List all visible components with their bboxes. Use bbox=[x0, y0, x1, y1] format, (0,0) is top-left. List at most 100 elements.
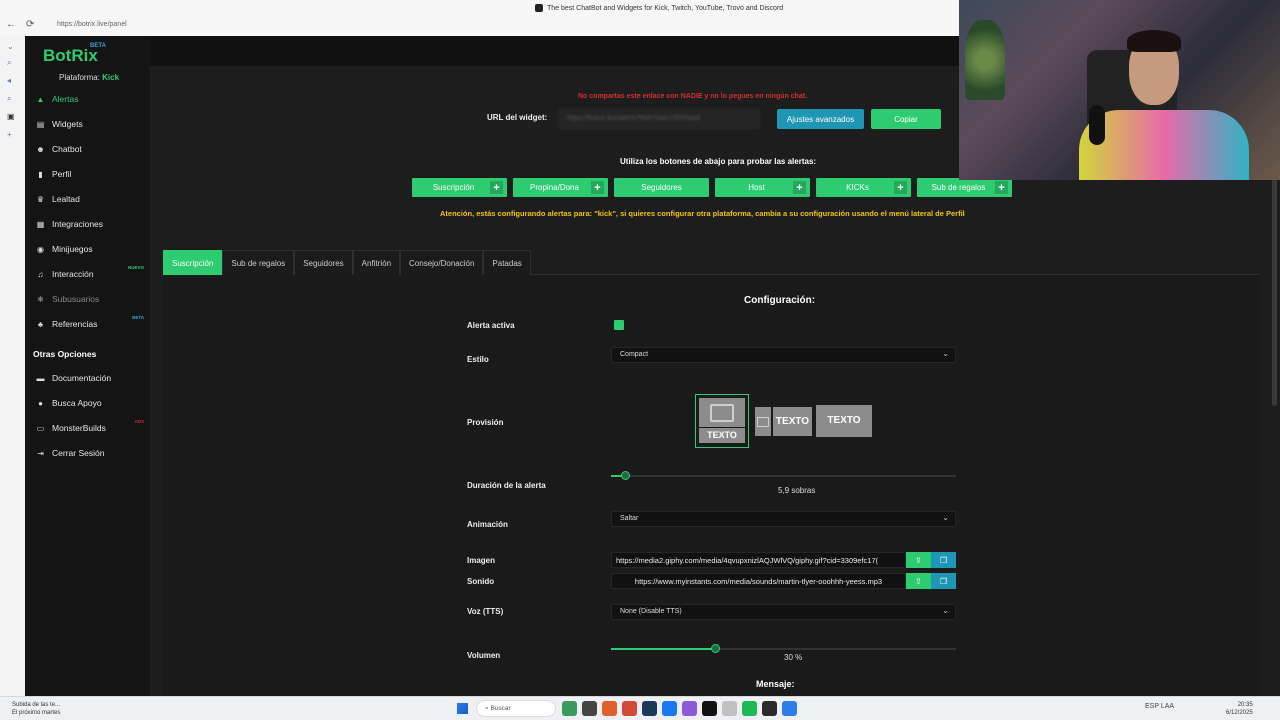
zoom-icon[interactable]: ⌕ bbox=[7, 94, 11, 104]
tts-select[interactable]: None (Disable TTS) ⌄ bbox=[611, 604, 956, 620]
tab-title[interactable]: The best ChatBot and Widgets for Kick, T… bbox=[535, 4, 783, 12]
clock-date: 6/12/2025 bbox=[1226, 710, 1253, 716]
weather-line2: El próximo martes bbox=[12, 710, 61, 716]
taskbar-app-icon[interactable] bbox=[742, 701, 757, 716]
button-label: Suscripción bbox=[432, 183, 475, 192]
animation-select[interactable]: Saltar ⌄ bbox=[611, 511, 956, 527]
help-icon: ● bbox=[38, 398, 43, 408]
person-hair-image bbox=[1127, 30, 1181, 52]
speaker-icon[interactable]: ◂ bbox=[7, 76, 11, 85]
plus-icon[interactable]: + bbox=[894, 181, 907, 194]
botrix-logo[interactable]: BotRix BETA bbox=[43, 43, 106, 66]
taskbar-app-icon[interactable] bbox=[622, 701, 637, 716]
config-panel bbox=[163, 275, 1260, 696]
chevron-down-icon[interactable]: ⌄ bbox=[7, 42, 14, 51]
layout-option-side[interactable]: TEXTO bbox=[755, 407, 812, 436]
microphone-image bbox=[1089, 105, 1105, 145]
weather-widget[interactable]: Subida de las te... El próximo martes bbox=[12, 701, 60, 717]
new-badge: NUEVO bbox=[127, 265, 144, 270]
volume-slider[interactable] bbox=[611, 644, 956, 653]
reload-icon[interactable]: ⟳ bbox=[26, 19, 34, 30]
tab-consejo-donacion[interactable]: Consejo/Donación bbox=[400, 250, 484, 275]
sidebar-item-widgets[interactable]: ▤ Widgets bbox=[36, 117, 150, 131]
style-select[interactable]: Compact ⌄ bbox=[611, 347, 956, 363]
taskbar-app-icon[interactable] bbox=[682, 701, 697, 716]
copy-button[interactable]: Copiar bbox=[871, 109, 941, 129]
upload-image-button[interactable]: ⇪ bbox=[906, 552, 931, 568]
music-icon: ♫ bbox=[37, 269, 44, 279]
copilot-icon[interactable]: ▣ bbox=[7, 112, 15, 121]
taskbar-app-icon[interactable] bbox=[722, 701, 737, 716]
sidebar-item-cerrar-sesion[interactable]: ⇥ Cerrar Sesión bbox=[36, 446, 150, 460]
sidebar-item-label: Subusuarios bbox=[52, 294, 100, 304]
sidebar-item-referencias[interactable]: ♣ Referencias BETA bbox=[36, 315, 150, 331]
taskbar-app-icon[interactable] bbox=[562, 701, 577, 716]
layout-option-overlay[interactable]: TEXTO bbox=[816, 405, 872, 437]
image-url-input[interactable]: https://media2.giphy.com/media/4qvupxniz… bbox=[611, 552, 906, 568]
duration-readout: 5,9 sobras bbox=[778, 486, 815, 495]
test-subscription-button[interactable]: Suscripción + bbox=[412, 178, 507, 197]
slider-handle[interactable] bbox=[710, 644, 720, 653]
taskbar-app-icon[interactable] bbox=[782, 701, 797, 716]
address-bar[interactable]: https://botrix.live/panel bbox=[57, 21, 127, 28]
taskbar-clock[interactable]: 20:35 6/12/2025 bbox=[1226, 701, 1253, 717]
alert-active-checkbox[interactable] bbox=[614, 320, 624, 330]
plus-icon[interactable]: + bbox=[995, 181, 1008, 194]
test-instruction: Utiliza los botones de abajo para probar… bbox=[620, 157, 817, 166]
duration-slider[interactable] bbox=[611, 471, 956, 480]
test-gift-sub-button[interactable]: Sub de regalos + bbox=[917, 178, 1012, 197]
back-icon[interactable]: ← bbox=[6, 19, 16, 30]
sidebar-item-monsterbuilds[interactable]: ▭ MonsterBuilds ADS bbox=[36, 419, 150, 435]
sidebar-item-lealtad[interactable]: ♛ Lealtad bbox=[36, 192, 150, 206]
gallery-image-button[interactable]: ❐ bbox=[931, 552, 956, 568]
sidebar-item-perfil[interactable]: ▮ Perfil bbox=[36, 167, 150, 181]
duration-unit: sobras bbox=[791, 486, 816, 495]
plus-icon[interactable]: + bbox=[490, 181, 503, 194]
taskbar-app-icon[interactable] bbox=[662, 701, 677, 716]
upload-sound-button[interactable]: ⇪ bbox=[906, 573, 931, 589]
test-host-button[interactable]: Host + bbox=[715, 178, 810, 197]
test-tip-button[interactable]: Propina/Dona + bbox=[513, 178, 608, 197]
taskbar-app-icon[interactable] bbox=[602, 701, 617, 716]
layout-option-stacked[interactable]: TEXTO bbox=[695, 394, 749, 448]
tab-title-text: The best ChatBot and Widgets for Kick, T… bbox=[547, 4, 784, 12]
sidebar-item-integraciones[interactable]: ▦ Integraciones bbox=[36, 217, 150, 231]
sidebar-item-chatbot[interactable]: ☻ Chatbot bbox=[36, 142, 150, 156]
taskbar-app-icon[interactable] bbox=[642, 701, 657, 716]
taskbar-app-icon[interactable] bbox=[582, 701, 597, 716]
sidebar-item-interaccion[interactable]: ♫ Interacción NUEVO bbox=[36, 265, 150, 281]
robot-icon: ☻ bbox=[36, 144, 45, 154]
search-icon[interactable]: ⌕ bbox=[7, 58, 11, 68]
gallery-sound-button[interactable]: ❐ bbox=[931, 573, 956, 589]
sidebar-item-alertas[interactable]: ▲ Alertas bbox=[36, 92, 150, 106]
tab-sub-de-regalos[interactable]: Sub de regalos bbox=[222, 250, 295, 275]
sound-url-input[interactable]: https://www.myinstants.com/media/sounds/… bbox=[611, 573, 906, 589]
image-label: Imagen bbox=[467, 556, 496, 565]
sidebar-item-minijuegos[interactable]: ◉ Minijuegos bbox=[36, 242, 150, 256]
volume-unit: % bbox=[795, 653, 803, 662]
tab-patadas[interactable]: Patadas bbox=[483, 250, 531, 275]
tab-seguidores[interactable]: Seguidores bbox=[294, 250, 353, 275]
slider-handle[interactable] bbox=[620, 471, 630, 480]
system-tray[interactable]: ESP LAA bbox=[1145, 703, 1174, 710]
test-kicks-button[interactable]: KICKs + bbox=[816, 178, 911, 197]
widget-url-input[interactable]: https://botrix.live/alerts?bid=1b4c10065… bbox=[558, 109, 760, 129]
sidebar: BotRix BETA Plataforma: Kick ▲ Alertas ▤… bbox=[25, 36, 150, 696]
windows-start-icon[interactable] bbox=[457, 703, 468, 714]
taskbar-app-icon[interactable] bbox=[762, 701, 777, 716]
advanced-settings-button[interactable]: Ajustes avanzados bbox=[777, 109, 864, 129]
add-icon[interactable]: + bbox=[7, 130, 12, 139]
tab-anfitrion[interactable]: Anfitrión bbox=[352, 250, 401, 275]
sidebar-item-label: Minijuegos bbox=[52, 244, 93, 254]
active-label: Alerta activa bbox=[467, 321, 515, 330]
tab-suscripcion[interactable]: Suscripción bbox=[163, 250, 223, 275]
plus-icon[interactable]: + bbox=[793, 181, 806, 194]
taskbar-app-icon[interactable] bbox=[702, 701, 717, 716]
sidebar-item-documentacion[interactable]: ▬ Documentación bbox=[36, 371, 150, 385]
sidebar-item-busca-apoyo[interactable]: ● Busca Apoyo bbox=[36, 396, 150, 410]
taskbar-search[interactable]: ⌕ Buscar bbox=[476, 700, 556, 717]
sidebar-item-subusuarios[interactable]: ✱ Subusuarios bbox=[36, 292, 150, 306]
plus-icon[interactable]: + bbox=[591, 181, 604, 194]
sidebar-item-label: Chatbot bbox=[52, 144, 82, 154]
test-followers-button[interactable]: Seguidores bbox=[614, 178, 709, 197]
